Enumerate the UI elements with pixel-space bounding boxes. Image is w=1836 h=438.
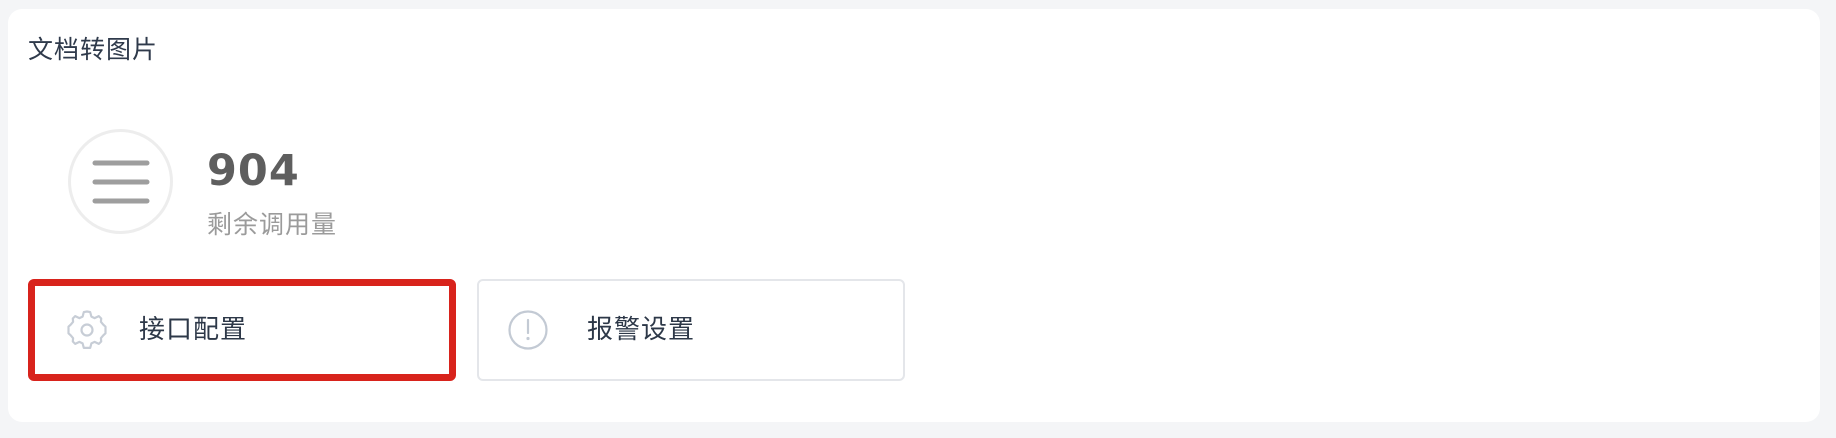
alert-circle-icon [506,308,550,352]
card-title: 文档转图片 [28,35,159,64]
menu-lines-icon [68,129,173,234]
remaining-calls-value: 904 [207,146,300,196]
alarm-settings-button[interactable]: 报警设置 [477,279,905,381]
remaining-calls-label: 剩余调用量 [207,210,338,239]
api-config-button[interactable]: 接口配置 [28,279,456,381]
api-config-label: 接口配置 [139,315,248,345]
alarm-settings-label: 报警设置 [587,315,696,345]
doc-to-image-card: 文档转图片 904 剩余调用量 接口配置 报警设置 [8,9,1820,422]
gear-icon [65,308,109,352]
